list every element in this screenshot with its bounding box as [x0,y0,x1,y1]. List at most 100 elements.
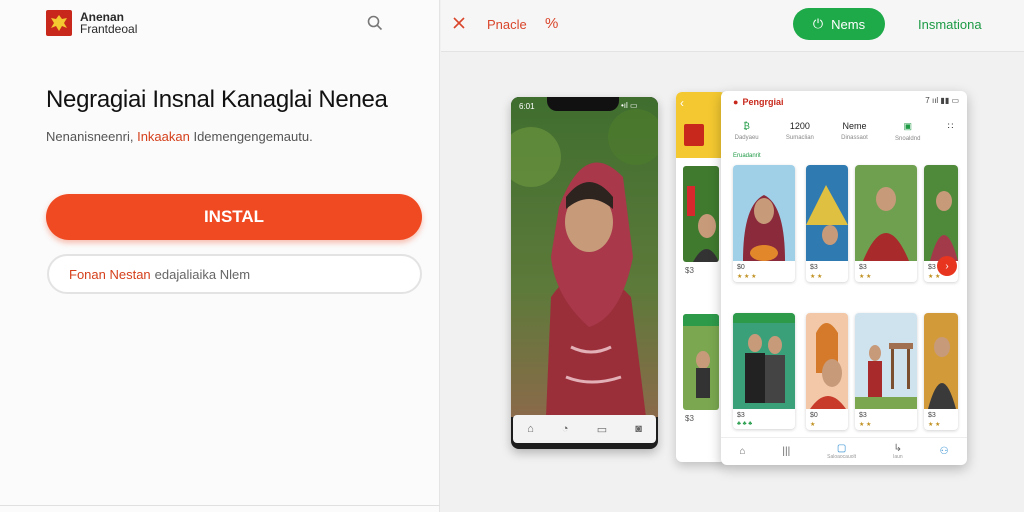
thumbnail[interactable] [683,314,719,410]
brand[interactable]: Anenan Frantdeoal [46,10,137,36]
stat-cell[interactable]: ▣ Snoaldnd [895,121,920,151]
grid-title: Pengrgiai [742,97,784,107]
camera-icon[interactable]: ◙ [635,423,642,435]
nav-profile[interactable]: ⚇ [940,446,949,457]
divider [0,505,440,506]
signal-indicator: •ıl ▭ [621,101,638,110]
secondary-highlight: Fonan Nestan [69,266,151,282]
phone-preview-grid: ● Pengrgiai 7 ııl ▮▮ ▭ ₿ Dadyaeu 1200 Suma… [721,91,967,465]
close-icon[interactable] [452,16,466,30]
stats-row: ₿ Dadyaeu 1200 Sumaclian Neme Dinassaot ▣ Sn… [721,121,967,151]
status-time: 6:01 [519,102,535,111]
card-rating: ★ ★ ★ [737,274,757,280]
bottom-navigation: ⌂ ||| ▢ Saloaocauolt ↳ Iaun ⚇ [721,437,967,465]
stat-value: 1200 [789,121,810,131]
subtitle-highlight: Inkaakan [137,129,190,144]
inbox-icon: ↳ [893,443,902,454]
thumbnail-price: $3 [685,414,694,423]
install-panel: Anenan Frantdeoal Negragiai Insnal Kanag… [0,0,440,512]
profile-icon: ⚇ [939,446,949,457]
grid-header: ● Pengrgiai 7 ııl ▮▮ ▭ [721,91,967,113]
home-icon[interactable]: ⌂ [527,423,534,435]
video-card[interactable]: $3 ♣ ♣ ♣ [733,313,795,429]
brand-name: Anenan Frantdeoal [80,11,137,35]
brand-line-2: Frantdeoal [80,22,138,36]
nav-inbox[interactable]: ↳ Iaun [893,443,903,460]
card-image [733,165,795,261]
subtitle-part-2: Idemengengemautu. [193,129,313,144]
card-rating: ★ ★ [928,422,941,428]
top-bar: Pnacle % ⏻ Nems Insmationa [441,0,1024,52]
stat-cell[interactable]: ₿ Dadyaeu [735,121,759,151]
phone-preview-side: ‹ $3 $3 [676,92,726,462]
install-button[interactable]: INSTAL [46,194,422,240]
messages-icon[interactable]: ▭ [597,423,607,436]
card-price: $3 [928,412,936,419]
card-rating: ★ ★ [859,274,872,280]
card-rating: ★ ★ [859,422,872,428]
stat-cell[interactable]: Neme Dinassaot [841,121,868,151]
garuda-emblem-icon [46,10,72,36]
emblem-icon [684,124,704,146]
secondary-button[interactable]: Fonan Nestan edajaliaika Nlem [47,254,422,294]
phone-preview-portrait: 6:01 •ıl ▭ ⌂ ◔ ▭ ◙ [511,97,658,449]
nav-feed[interactable]: ||| [782,446,790,457]
home-icon: ⌂ [739,446,746,457]
card-price: $3 [859,264,867,271]
video-card[interactable]: $3 ★ ★ [924,313,958,430]
category-tag[interactable]: Eruadanrit [733,153,761,159]
stat-cell[interactable]: 1200 Sumaclian [786,121,814,151]
card-image [924,313,958,409]
video-card[interactable]: $0 ★ [806,313,848,430]
card-price: $3 [737,412,745,419]
stat-value: ▣ [903,121,912,131]
card-price: $0 [737,264,745,271]
video-card[interactable]: $3 ★ ★ [855,165,917,282]
card-price: $3 [810,264,818,271]
stat-label: Dinassaot [841,135,868,141]
portrait-photo [511,97,658,417]
secondary-label: edajaliaika Nlem [154,266,251,282]
news-button[interactable]: ⏻ Nems [793,8,885,40]
stat-label: Sumaclian [785,135,814,141]
card-price: $0 [810,412,818,419]
stat-value: Neme [842,121,867,131]
phone-notch [547,97,619,111]
card-image [855,165,917,261]
subtitle-part-1: Nenanisneenri, [46,129,134,144]
percent-icon[interactable]: % [545,15,558,32]
phone-navbar: ⌂ ◔ ▭ ◙ [513,415,656,443]
stat-value: ₿ [743,121,750,131]
stat-value: ∷ [947,121,954,131]
thumbnail[interactable] [683,166,719,262]
card-rating: ★ [810,422,816,428]
news-label: Nems [831,16,866,32]
stat-label: Dadyaeu [734,135,759,141]
video-card[interactable]: $3 ★ ★ [806,165,848,282]
stat-cell[interactable]: ∷ [948,121,954,151]
nav-home[interactable]: ⌂ [739,446,745,457]
page-title: Negragiai Insnal Kanaglai Nenea [46,86,388,113]
card-rating: ★ ★ [810,274,823,280]
next-arrow-icon[interactable]: › [937,256,957,276]
card-price: $3 [859,412,867,419]
card-image [733,313,795,409]
practice-link[interactable]: Pnacle [487,17,527,32]
feed-icon: ||| [782,446,791,457]
app-icon: ● [733,97,739,107]
video-card[interactable]: $3 ★ ★ [855,313,917,430]
card-image [855,313,917,409]
back-icon[interactable]: ‹ [680,96,684,110]
information-link[interactable]: Insmationa [918,17,982,32]
card-image [806,165,848,261]
search-icon[interactable] [366,14,384,32]
power-icon: ⏻ [812,16,824,31]
chat-icon[interactable]: ◔ [562,423,569,435]
page-subtitle: Nenanisneenri, Inkaakan Idemengengemautu… [46,129,313,144]
app-root: Anenan Frantdeoal Negragiai Insnal Kanag… [0,0,1024,512]
card-image [924,165,958,261]
stat-label: Snoaldnd [895,136,921,142]
video-card[interactable]: $0 ★ ★ ★ [733,165,795,282]
nav-create[interactable]: ▢ Saloaocauolt [827,443,856,460]
card-image [806,313,848,409]
